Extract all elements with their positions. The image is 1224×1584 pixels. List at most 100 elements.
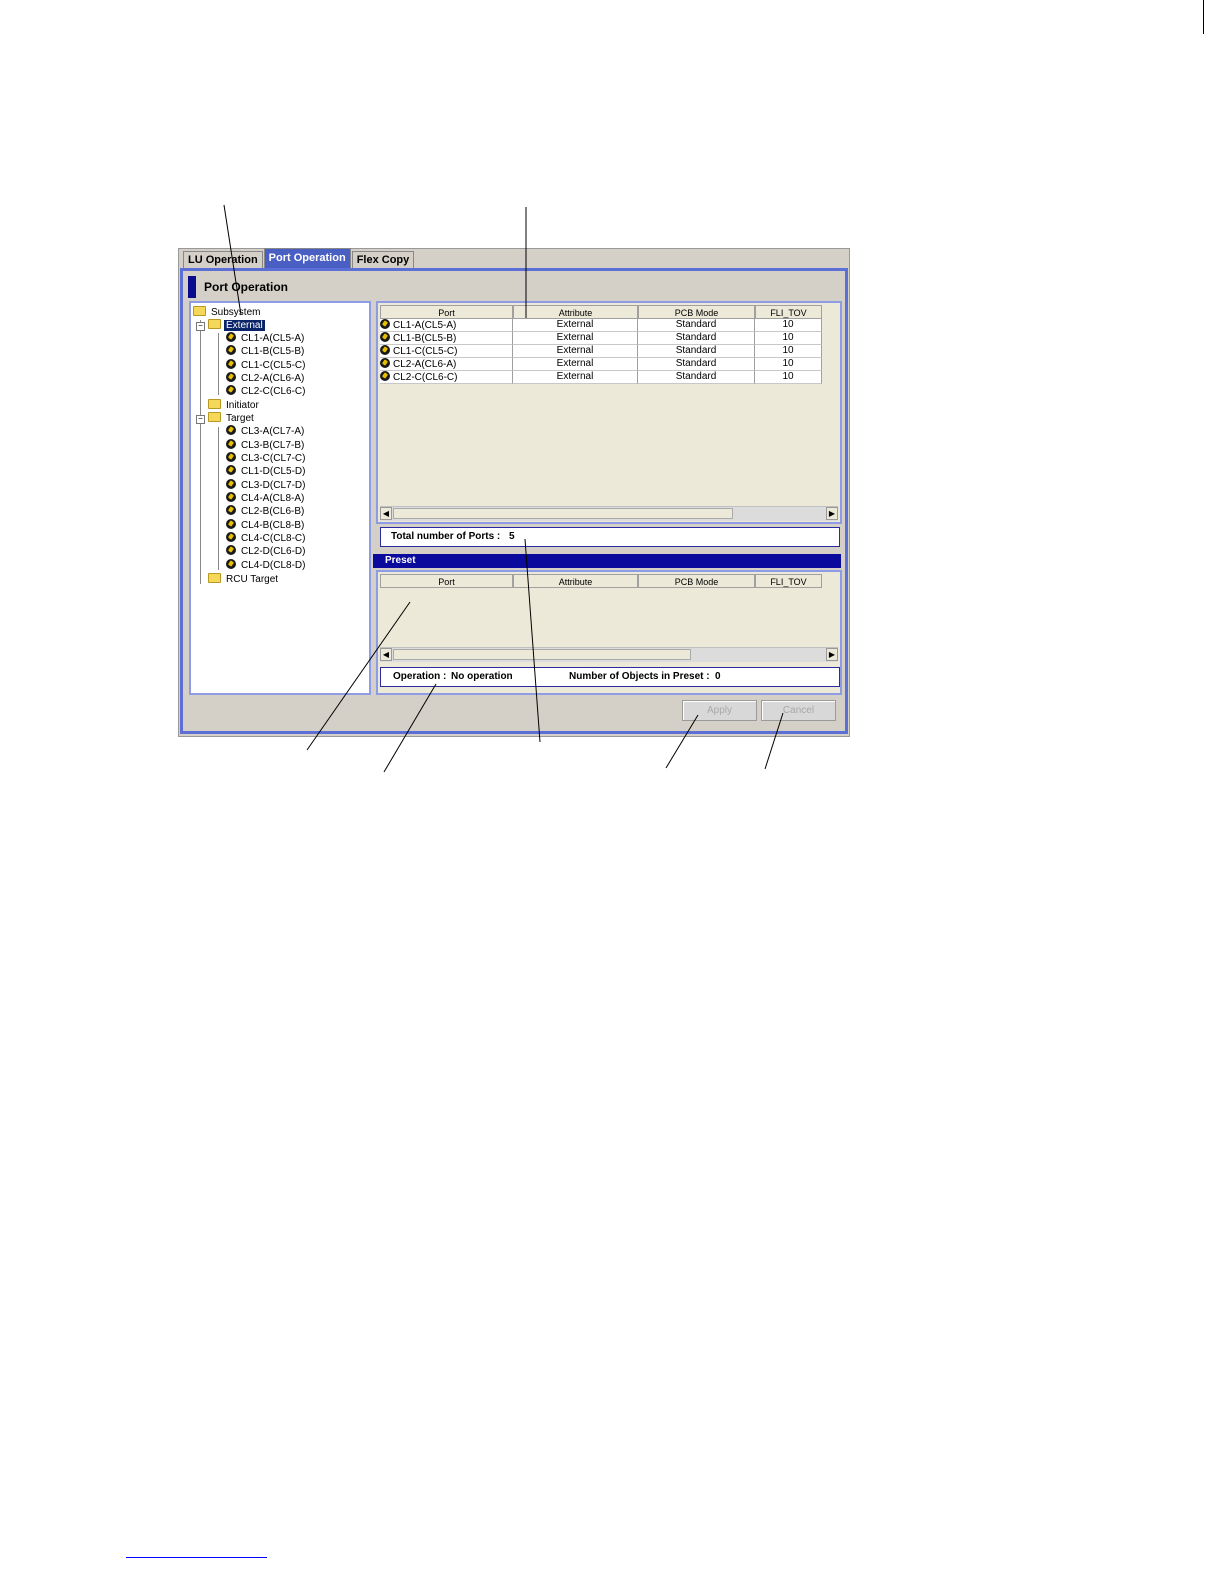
cell-port: CL2-C(CL6-C) xyxy=(380,371,513,384)
tree-port-node[interactable]: CL4-C(CL8-C) xyxy=(226,532,307,545)
cell-attribute: External xyxy=(513,371,638,384)
tree-port-node[interactable]: CL2-A(CL6-A) xyxy=(226,372,306,385)
cell-fli-tov: 10 xyxy=(755,332,822,345)
scrollbar-thumb[interactable] xyxy=(393,508,733,519)
scroll-left-icon[interactable]: ◀ xyxy=(380,507,392,520)
table-row[interactable]: CL2-A(CL6-A) External Standard 10 xyxy=(380,358,822,371)
tree-node-rcu-target[interactable]: RCU Target xyxy=(208,573,280,586)
tree-line xyxy=(200,320,201,584)
title-accent xyxy=(188,276,196,298)
port-tree: Subsystem − External CL1-A(CL5-A) CL1-B(… xyxy=(191,303,369,693)
tree-node-subsystem[interactable]: Subsystem xyxy=(193,306,262,319)
tree-line xyxy=(218,427,219,570)
open-folder-icon xyxy=(208,319,221,329)
preset-horizontal-scrollbar[interactable]: ◀ ▶ xyxy=(380,647,838,662)
column-header-port[interactable]: Port xyxy=(380,305,513,319)
total-ports-box: Total number of Ports : 5 xyxy=(380,527,840,547)
port-icon xyxy=(226,545,236,555)
tree-node-target[interactable]: Target xyxy=(208,412,256,425)
cell-port: CL2-A(CL6-A) xyxy=(380,358,513,371)
tree-node-initiator[interactable]: Initiator xyxy=(208,399,261,412)
tree-port-node[interactable]: CL4-D(CL8-D) xyxy=(226,559,307,572)
collapse-toggle-external[interactable]: − xyxy=(196,322,205,331)
port-tree-pane: Subsystem − External CL1-A(CL5-A) CL1-B(… xyxy=(189,301,371,695)
cell-pcb-mode: Standard xyxy=(638,332,755,345)
scroll-left-icon[interactable]: ◀ xyxy=(380,648,392,661)
operation-label: Operation : xyxy=(393,671,447,682)
scroll-right-icon[interactable]: ▶ xyxy=(826,648,838,661)
tree-port-node[interactable]: CL2-C(CL6-C) xyxy=(226,385,307,398)
scroll-right-icon[interactable]: ▶ xyxy=(826,507,838,520)
tree-port-node[interactable]: CL3-A(CL7-A) xyxy=(226,425,306,438)
cell-attribute: External xyxy=(513,345,638,358)
port-icon xyxy=(226,519,236,529)
tree-port-node[interactable]: CL3-B(CL7-B) xyxy=(226,439,306,452)
table-row[interactable]: CL1-A(CL5-A) External Standard 10 xyxy=(380,319,822,332)
tree-port-node[interactable]: CL2-B(CL6-B) xyxy=(226,505,306,518)
cell-port: CL1-B(CL5-B) xyxy=(380,332,513,345)
port-icon xyxy=(226,385,236,395)
preset-column-header-port[interactable]: Port xyxy=(380,574,513,588)
port-icon xyxy=(226,505,236,515)
preset-column-header-pcb-mode[interactable]: PCB Mode xyxy=(638,574,755,588)
panel-title-bar: Port Operation xyxy=(188,276,828,298)
port-icon xyxy=(380,332,390,342)
port-list-pane: Port Attribute PCB Mode FLI_TOV CL1-A(CL… xyxy=(376,301,842,547)
table-row[interactable]: CL1-C(CL5-C) External Standard 10 xyxy=(380,345,822,358)
folder-icon xyxy=(208,399,221,409)
tree-port-node[interactable]: CL4-B(CL8-B) xyxy=(226,519,306,532)
table-row[interactable]: CL1-B(CL5-B) External Standard 10 xyxy=(380,332,822,345)
port-icon xyxy=(226,345,236,355)
page-margin-rule xyxy=(1203,0,1204,34)
callout-lines xyxy=(223,204,784,773)
scrollbar-thumb[interactable] xyxy=(393,649,691,660)
port-operation-window: LU Operation Port Operation Flex Copy Po… xyxy=(178,248,850,737)
tab-port-operation[interactable]: Port Operation xyxy=(263,248,351,269)
column-header-pcb-mode[interactable]: PCB Mode xyxy=(638,305,755,319)
cell-attribute: External xyxy=(513,319,638,332)
operation-value: No operation xyxy=(451,671,513,682)
port-icon xyxy=(226,332,236,342)
port-icon xyxy=(380,371,390,381)
tab-lu-operation[interactable]: LU Operation xyxy=(183,251,263,269)
footer-link-rule xyxy=(126,1557,267,1558)
port-icon xyxy=(380,345,390,355)
preset-column-header-attribute[interactable]: Attribute xyxy=(513,574,638,588)
cancel-button[interactable]: Cancel xyxy=(761,700,836,721)
port-icon xyxy=(226,465,236,475)
tree-port-node[interactable]: CL1-D(CL5-D) xyxy=(226,465,307,478)
table-row[interactable]: CL2-C(CL6-C) External Standard 10 xyxy=(380,371,822,384)
column-header-attribute[interactable]: Attribute xyxy=(513,305,638,319)
tab-flex-copy[interactable]: Flex Copy xyxy=(351,251,415,269)
tree-port-node[interactable]: CL1-B(CL5-B) xyxy=(226,345,306,358)
collapse-toggle-target[interactable]: − xyxy=(196,415,205,424)
tree-port-node[interactable]: CL1-C(CL5-C) xyxy=(226,359,307,372)
tree-node-external[interactable]: External xyxy=(208,319,265,332)
preset-count-label: Number of Objects in Preset : xyxy=(569,671,710,682)
tree-line xyxy=(218,333,219,395)
tree-port-node[interactable]: CL4-A(CL8-A) xyxy=(226,492,306,505)
apply-button[interactable]: Apply xyxy=(682,700,757,721)
port-icon xyxy=(226,492,236,502)
preset-column-header-fli-tov[interactable]: FLI_TOV xyxy=(755,574,822,588)
horizontal-scrollbar[interactable]: ◀ ▶ xyxy=(380,506,838,521)
port-icon xyxy=(226,479,236,489)
port-icon xyxy=(226,452,236,462)
tree-port-node[interactable]: CL1-A(CL5-A) xyxy=(226,332,306,345)
cell-pcb-mode: Standard xyxy=(638,371,755,384)
total-ports-label: Total number of Ports : xyxy=(391,531,501,542)
cell-attribute: External xyxy=(513,358,638,371)
preset-pane: Port Attribute PCB Mode FLI_TOV ◀ ▶ Oper… xyxy=(376,570,842,695)
port-icon xyxy=(226,559,236,569)
cell-pcb-mode: Standard xyxy=(638,319,755,332)
tab-content-frame: Port Operation Subsystem − External CL1-… xyxy=(180,268,848,734)
tree-port-node[interactable]: CL2-D(CL6-D) xyxy=(226,545,307,558)
cell-fli-tov: 10 xyxy=(755,371,822,384)
tree-port-node[interactable]: CL3-C(CL7-C) xyxy=(226,452,307,465)
tree-port-node[interactable]: CL3-D(CL7-D) xyxy=(226,479,307,492)
column-header-fli-tov[interactable]: FLI_TOV xyxy=(755,305,822,319)
cell-fli-tov: 10 xyxy=(755,358,822,371)
preset-table-header: Port Attribute PCB Mode FLI_TOV xyxy=(380,574,822,588)
port-icon xyxy=(226,439,236,449)
port-icon xyxy=(380,358,390,368)
